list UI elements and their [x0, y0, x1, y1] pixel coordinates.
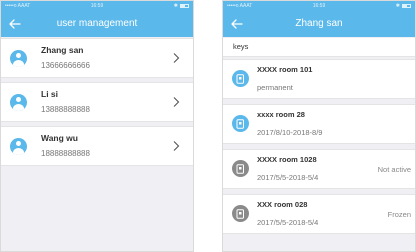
- user-row[interactable]: Wang wu 18888888888: [1, 126, 193, 166]
- nav-bar: user management: [1, 11, 193, 37]
- bluetooth-icon: ✱: [173, 3, 178, 9]
- key-row[interactable]: XXX room 028 2017/5/5-2018-5/4 Frozen: [223, 194, 415, 234]
- user-management-screen: •••••o AAAT 16:59 ✱ user management Zhan…: [0, 0, 194, 252]
- status-indicators: ✱: [396, 1, 411, 11]
- user-name: Wang wu: [41, 133, 78, 143]
- key-row[interactable]: XXXX room 101 permanent: [223, 59, 415, 99]
- battery-icon: [180, 4, 189, 8]
- chevron-right-icon: [173, 141, 180, 151]
- key-status: Frozen: [387, 210, 411, 219]
- key-validity: 2017/5/5-2018-5/4: [257, 218, 319, 227]
- user-name: Li si: [41, 89, 59, 99]
- key-validity: 2017/5/5-2018-5/4: [257, 173, 319, 182]
- user-name: Zhang san: [41, 45, 84, 55]
- nav-bar: Zhang san: [223, 11, 415, 37]
- status-time: 16:59: [312, 3, 326, 9]
- door-key-icon: [232, 115, 249, 132]
- user-phone: 13666666666: [41, 61, 90, 70]
- back-button[interactable]: [227, 11, 247, 37]
- page-title: Zhang san: [295, 18, 343, 29]
- bluetooth-icon: ✱: [395, 3, 400, 9]
- key-validity: permanent: [257, 83, 293, 92]
- status-time: 16:59: [90, 3, 104, 9]
- status-bar: •••••o AAAT 16:59 ✱: [1, 1, 193, 11]
- user-phone: 13888888888: [41, 105, 90, 114]
- keys-section-header: keys: [223, 38, 415, 57]
- user-row[interactable]: Zhang san 13666666666: [1, 38, 193, 78]
- user-avatar-icon: [10, 138, 27, 155]
- user-avatar-icon: [10, 94, 27, 111]
- back-button[interactable]: [5, 11, 25, 37]
- key-list: XXXX room 101 permanent xxxx room 28 201…: [223, 59, 415, 239]
- key-status: Not active: [377, 165, 411, 174]
- status-indicators: ✱: [174, 1, 189, 11]
- user-avatar-icon: [10, 50, 27, 67]
- key-room-name: XXX room 028: [257, 200, 308, 209]
- key-validity: 2017/8/10-2018-8/9: [257, 128, 323, 137]
- door-key-icon: [232, 205, 249, 222]
- key-room-name: XXXX room 1028: [257, 155, 317, 164]
- battery-icon: [402, 4, 411, 8]
- door-key-icon: [232, 70, 249, 87]
- user-row[interactable]: Li si 13888888888: [1, 82, 193, 122]
- keys-section-label: keys: [233, 42, 249, 51]
- user-phone: 18888888888: [41, 149, 90, 158]
- key-room-name: XXXX room 101: [257, 65, 313, 74]
- status-bar: •••••o AAAT 16:59 ✱: [223, 1, 415, 11]
- arrow-left-icon: [9, 19, 21, 29]
- arrow-left-icon: [231, 19, 243, 29]
- key-row[interactable]: xxxx room 28 2017/8/10-2018-8/9: [223, 104, 415, 144]
- user-keys-screen: •••••o AAAT 16:59 ✱ Zhang san keys XXXX …: [222, 0, 416, 252]
- chevron-right-icon: [173, 53, 180, 63]
- door-key-icon: [232, 160, 249, 177]
- chevron-right-icon: [173, 97, 180, 107]
- key-room-name: xxxx room 28: [257, 110, 305, 119]
- key-row[interactable]: XXXX room 1028 2017/5/5-2018-5/4 Not act…: [223, 149, 415, 189]
- user-list: Zhang san 13666666666 Li si 13888888888 …: [1, 38, 193, 166]
- page-title: user management: [56, 18, 138, 29]
